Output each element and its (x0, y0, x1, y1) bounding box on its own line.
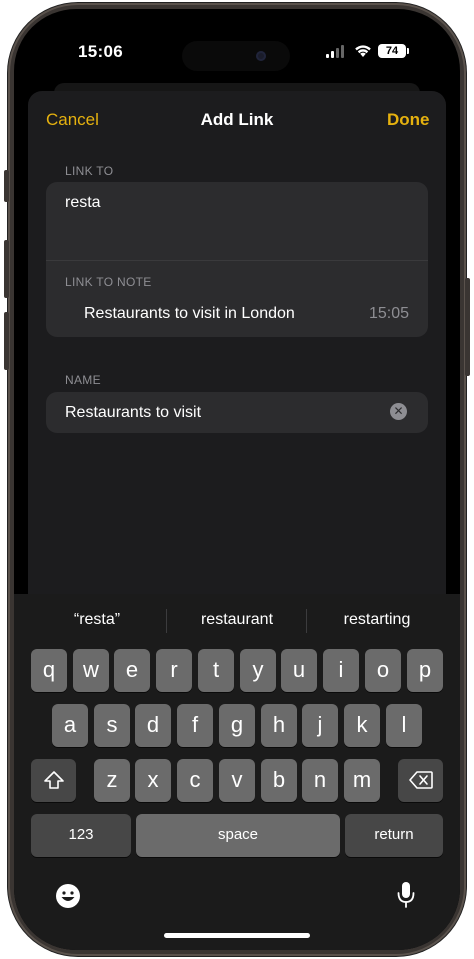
key-c[interactable]: c (177, 759, 213, 802)
screen: 15:06 74 Cancel Add Link Done LINK TO re… (14, 9, 460, 950)
home-indicator[interactable] (164, 933, 310, 938)
key-s[interactable]: s (94, 704, 130, 747)
key-w[interactable]: w (73, 649, 109, 692)
volume-up-button (4, 240, 9, 298)
key-u[interactable]: u (281, 649, 317, 692)
key-z[interactable]: z (94, 759, 130, 802)
name-label: NAME (65, 373, 101, 387)
link-to-input[interactable]: resta (65, 194, 101, 212)
key-y[interactable]: y (240, 649, 276, 692)
space-key[interactable]: space (136, 814, 340, 857)
power-button (465, 278, 470, 376)
microphone-icon[interactable] (396, 880, 416, 910)
shift-key[interactable] (31, 759, 76, 802)
key-p[interactable]: p (407, 649, 443, 692)
numbers-key[interactable]: 123 (31, 814, 131, 857)
key-r[interactable]: r (156, 649, 192, 692)
action-button (4, 170, 9, 202)
key-b[interactable]: b (261, 759, 297, 802)
link-to-label: LINK TO (65, 164, 114, 178)
group-divider (46, 260, 428, 261)
suggestion-restaurant[interactable]: restaurant (167, 611, 307, 629)
key-n[interactable]: n (302, 759, 338, 802)
battery-tip (407, 48, 409, 54)
key-x[interactable]: x (135, 759, 171, 802)
clear-text-icon[interactable]: ✕ (390, 403, 407, 420)
key-h[interactable]: h (261, 704, 297, 747)
key-t[interactable]: t (198, 649, 234, 692)
key-d[interactable]: d (135, 704, 171, 747)
wifi-icon (355, 45, 371, 57)
key-g[interactable]: g (219, 704, 255, 747)
key-i[interactable]: i (323, 649, 359, 692)
cellular-signal-icon (326, 45, 344, 58)
status-time: 15:06 (78, 42, 123, 61)
key-f[interactable]: f (177, 704, 213, 747)
emoji-icon[interactable] (55, 883, 81, 909)
note-suggestion-title[interactable]: Restaurants to visit in London (84, 305, 295, 323)
key-q[interactable]: q (31, 649, 67, 692)
suggestion-restarting[interactable]: restarting (307, 611, 447, 629)
done-button[interactable]: Done (387, 110, 430, 130)
suggestion-typed[interactable]: “resta” (27, 611, 167, 629)
key-j[interactable]: j (302, 704, 338, 747)
key-v[interactable]: v (219, 759, 255, 802)
camera-icon (256, 51, 266, 61)
key-m[interactable]: m (344, 759, 380, 802)
key-l[interactable]: l (386, 704, 422, 747)
backspace-icon (408, 771, 433, 789)
backspace-key[interactable] (398, 759, 443, 802)
link-to-note-label: LINK TO NOTE (65, 275, 152, 289)
return-key[interactable]: return (345, 814, 443, 857)
status-bar: 15:06 74 (14, 9, 460, 89)
name-input[interactable]: Restaurants to visit (65, 404, 201, 422)
volume-down-button (4, 312, 9, 370)
battery-icon: 74 (378, 44, 406, 58)
key-e[interactable]: e (114, 649, 150, 692)
key-k[interactable]: k (344, 704, 380, 747)
shift-icon (43, 771, 64, 789)
note-suggestion-time: 15:05 (369, 305, 410, 322)
key-a[interactable]: a (52, 704, 88, 747)
dynamic-island (182, 41, 290, 71)
key-o[interactable]: o (365, 649, 401, 692)
